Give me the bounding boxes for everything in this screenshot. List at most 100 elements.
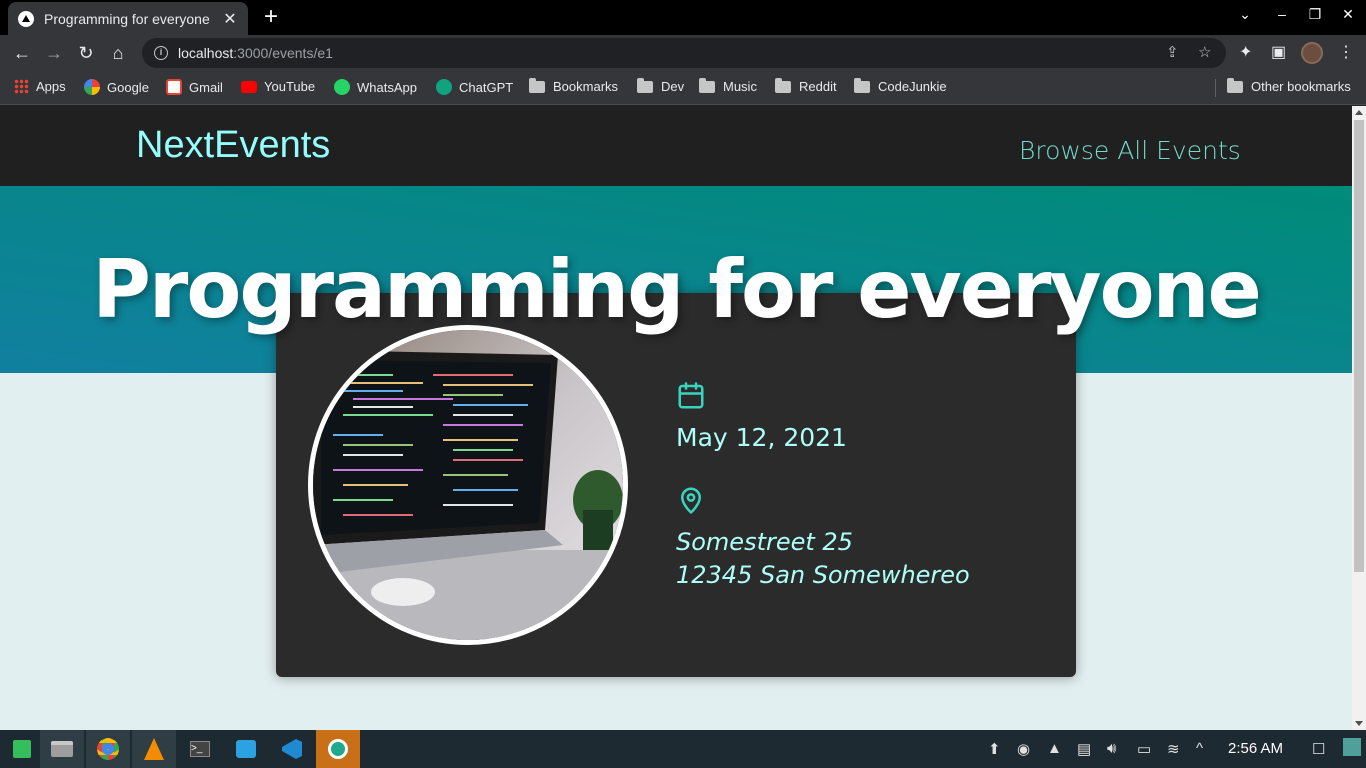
tray-expand-icon[interactable]: ^ [1196, 740, 1203, 757]
favicon-icon [18, 10, 34, 27]
bookmark-label: Gmail [189, 79, 223, 95]
wifi-icon[interactable]: ≋ [1167, 740, 1180, 758]
start-menu-icon[interactable] [0, 730, 44, 768]
show-desktop-icon[interactable]: ☐ [1312, 740, 1325, 758]
chrome-icon[interactable] [86, 730, 130, 768]
bookmark-star-icon[interactable]: ☆ [1198, 43, 1211, 61]
extensions-icon[interactable]: ✦ [1239, 42, 1252, 62]
apps-grid-icon [14, 79, 29, 94]
bookmark-label: CodeJunkie [878, 79, 947, 94]
vlc-icon[interactable] [132, 730, 176, 768]
file-manager-icon[interactable] [40, 730, 84, 768]
bookmark-folder-codejunkie[interactable]: CodeJunkie [854, 77, 947, 94]
os-taskbar: >_ ⬆ ◉ ▲ ▤ 🔊︎ ▭ ≋ ^ 2:56 AM ☐ [0, 730, 1366, 768]
bookmarks-separator [1215, 79, 1216, 97]
volume-icon[interactable]: 🔊︎ [1107, 740, 1116, 757]
bookmark-label: YouTube [264, 79, 316, 94]
chatgpt-icon [436, 79, 452, 95]
bookmark-chatgpt[interactable]: ChatGPT [436, 79, 513, 95]
event-title: Programming for everyone [92, 243, 1261, 336]
address-bar[interactable]: i localhost:3000/events/e1 ⇪ ☆ [142, 38, 1226, 68]
event-date: May 12, 2021 [676, 423, 847, 452]
whatsapp-icon [334, 79, 350, 95]
new-tab-button[interactable]: + [258, 4, 284, 30]
folder-icon [637, 77, 653, 93]
clipboard-icon[interactable]: ▤ [1077, 740, 1091, 758]
browser-tab-bar: Programming for everyone ✕ + ⌄ – ❐ ✕ [0, 0, 1366, 35]
bookmark-folder-music[interactable]: Music [699, 77, 757, 94]
forward-icon[interactable]: → [42, 41, 66, 65]
tab-close-icon[interactable]: ✕ [222, 9, 238, 29]
minimize-button[interactable]: – [1270, 6, 1294, 22]
profile-avatar[interactable] [1301, 42, 1323, 64]
menu-icon[interactable]: ⋮ [1338, 42, 1354, 62]
tab-title: Programming for everyone [44, 10, 210, 27]
youtube-icon [241, 80, 257, 93]
browse-all-events-link[interactable]: Browse All Events [1019, 136, 1241, 165]
share-icon[interactable]: ⇪ [1166, 43, 1179, 61]
steam-icon[interactable]: ◉ [1017, 740, 1030, 758]
vlc-tray-icon[interactable]: ▲ [1047, 740, 1062, 757]
url-host: localhost [178, 45, 234, 61]
event-summary-card: May 12, 2021 Somestreet 25 12345 San Som… [276, 293, 1076, 677]
screenshot-app-icon[interactable] [316, 730, 360, 768]
folder-icon [529, 77, 545, 93]
taskbar-clock[interactable]: 2:56 AM [1228, 740, 1283, 757]
bookmark-google[interactable]: Google [84, 79, 149, 95]
other-bookmarks[interactable]: Other bookmarks [1227, 77, 1351, 94]
folder-icon [699, 77, 715, 93]
event-address: Somestreet 25 12345 San Somewhereo [676, 526, 970, 592]
url-path: :3000/events/e1 [233, 45, 333, 61]
bookmark-label: Reddit [799, 79, 837, 94]
folder-icon [775, 77, 791, 93]
bookmark-label: Bookmarks [553, 79, 619, 94]
vscode-icon[interactable] [270, 730, 314, 768]
site-logo[interactable]: NextEvents [136, 124, 330, 167]
event-image [308, 325, 628, 645]
bookmark-label: ChatGPT [459, 79, 514, 95]
bookmark-folder-dev[interactable]: Dev [637, 77, 685, 94]
location-pin-icon [676, 485, 706, 520]
terminal-icon[interactable]: >_ [178, 730, 222, 768]
side-panel-icon[interactable]: ▣ [1271, 42, 1286, 62]
browser-tab[interactable]: Programming for everyone ✕ [8, 2, 248, 35]
close-window-button[interactable]: ✕ [1336, 6, 1360, 23]
scroll-up-arrow-icon[interactable] [1355, 110, 1363, 115]
calendar-icon [676, 381, 706, 416]
update-icon[interactable]: ⬆ [988, 740, 1001, 758]
bookmark-apps[interactable]: Apps [14, 79, 66, 94]
gmail-icon [166, 79, 182, 95]
back-icon[interactable]: ← [10, 41, 34, 65]
page-scrollbar[interactable] [1352, 106, 1366, 730]
bookmark-label: Dev [661, 79, 685, 94]
battery-icon[interactable]: ▭ [1137, 740, 1151, 758]
address-line-2: 12345 San Somewhereo [676, 561, 970, 589]
folder-icon [854, 77, 870, 93]
site-info-icon[interactable]: i [154, 46, 168, 60]
bookmark-label: Music [723, 79, 757, 94]
transfer-app-icon[interactable] [224, 730, 268, 768]
bookmark-youtube[interactable]: YouTube [241, 79, 315, 94]
other-bookmarks-label: Other bookmarks [1251, 79, 1351, 94]
bookmark-folder-bookmarks[interactable]: Bookmarks [529, 77, 619, 94]
restore-button[interactable]: ❐ [1303, 6, 1327, 23]
bookmark-label: WhatsApp [357, 79, 417, 95]
google-icon [84, 79, 100, 95]
laptop-code-image [313, 330, 623, 640]
bookmark-label: Apps [36, 79, 66, 94]
bookmark-gmail[interactable]: Gmail [166, 79, 223, 95]
scrollbar-thumb[interactable] [1354, 120, 1364, 572]
bookmark-folder-reddit[interactable]: Reddit [775, 77, 837, 94]
notification-icon[interactable] [1343, 738, 1361, 756]
scroll-down-arrow-icon[interactable] [1355, 721, 1363, 726]
folder-icon [1227, 77, 1243, 93]
tab-search-icon[interactable]: ⌄ [1233, 6, 1257, 23]
page-viewport: NextEvents Browse All Events Programming… [0, 106, 1352, 730]
browser-toolbar: ← → ↻ ⌂ i localhost:3000/events/e1 ⇪ ☆ ✦… [0, 35, 1366, 70]
home-icon[interactable]: ⌂ [106, 41, 130, 65]
site-header: NextEvents Browse All Events [0, 106, 1352, 186]
bookmark-whatsapp[interactable]: WhatsApp [334, 79, 417, 95]
address-line-1: Somestreet 25 [676, 528, 853, 556]
bookmark-label: Google [107, 79, 149, 95]
reload-icon[interactable]: ↻ [74, 41, 98, 65]
